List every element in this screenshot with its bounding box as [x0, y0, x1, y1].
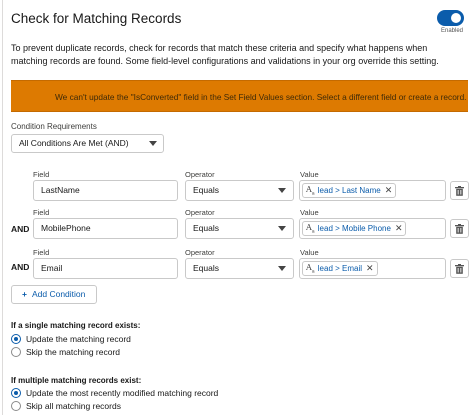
condition-field-value: MobilePhone: [41, 223, 91, 233]
radio-update-most-recent[interactable]: Update the most recently modified matchi…: [11, 388, 218, 398]
value-column-header: Value: [300, 208, 319, 217]
text-type-icon: Aa: [306, 184, 315, 197]
toggle-label: Enabled: [441, 28, 464, 34]
condition-requirements-select[interactable]: All Conditions Are Met (AND): [11, 134, 164, 153]
condition-operator-value: Equals: [193, 263, 219, 273]
radio-unselected-icon: [11, 401, 21, 411]
value-pill: Aa lead > Email ✕: [302, 261, 378, 276]
condition-field-value: LastName: [41, 185, 80, 195]
condition-operator-select[interactable]: Equals: [185, 180, 294, 201]
and-label: AND: [11, 224, 30, 234]
radio-label: Update the matching record: [26, 334, 131, 344]
trash-icon: [455, 185, 464, 196]
warning-text: We can't update the "IsConverted" field …: [55, 92, 467, 102]
field-column-header: Field: [33, 208, 50, 217]
remove-icon[interactable]: ✕: [366, 263, 374, 274]
radio-unselected-icon: [11, 347, 21, 357]
condition-operator-value: Equals: [193, 185, 219, 195]
plus-icon: +: [22, 289, 27, 299]
value-column-header: Value: [300, 248, 319, 257]
delete-condition-button[interactable]: [450, 259, 469, 278]
field-column-header: Field: [33, 170, 50, 179]
value-column-header: Value: [300, 170, 319, 179]
chevron-down-icon: [278, 188, 286, 193]
and-label: AND: [11, 262, 30, 272]
trash-icon: [455, 263, 464, 274]
condition-operator-value: Equals: [193, 223, 219, 233]
radio-label: Skip all matching records: [26, 401, 121, 411]
chevron-down-icon: [278, 226, 286, 231]
radio-selected-icon: [11, 334, 21, 344]
value-pill: Aa lead > Last Name ✕: [302, 183, 397, 198]
condition-requirements-label: Condition Requirements: [11, 122, 97, 131]
condition-field-value: Email: [41, 263, 63, 273]
section-title: Check for Matching Records: [11, 11, 182, 26]
condition-operator-select[interactable]: Equals: [185, 218, 294, 239]
condition-field-input[interactable]: MobilePhone: [33, 218, 178, 239]
value-pill-label: lead > Last Name: [317, 186, 381, 195]
condition-operator-select[interactable]: Equals: [185, 258, 294, 279]
operator-column-header: Operator: [185, 248, 215, 257]
condition-value-input[interactable]: Aa lead > Mobile Phone ✕: [299, 218, 446, 239]
enabled-toggle[interactable]: [437, 10, 464, 26]
warning-banner: We can't update the "IsConverted" field …: [11, 80, 468, 112]
operator-column-header: Operator: [185, 170, 215, 179]
remove-icon[interactable]: ✕: [385, 185, 393, 196]
chevron-down-icon: [149, 141, 157, 146]
field-column-header: Field: [33, 248, 50, 257]
delete-condition-button[interactable]: [450, 181, 469, 200]
delete-condition-button[interactable]: [450, 219, 469, 238]
value-pill-label: lead > Email: [317, 264, 363, 273]
toggle-knob: [451, 13, 461, 23]
description-text: To prevent duplicate records, check for …: [11, 43, 439, 66]
add-condition-button[interactable]: + Add Condition: [11, 285, 97, 304]
condition-requirements-value: All Conditions Are Met (AND): [19, 138, 129, 148]
value-pill-label: lead > Mobile Phone: [317, 224, 391, 233]
operator-column-header: Operator: [185, 208, 215, 217]
condition-field-input[interactable]: LastName: [33, 180, 178, 201]
condition-field-input[interactable]: Email: [33, 258, 178, 279]
condition-value-input[interactable]: Aa lead > Email ✕: [299, 258, 446, 279]
condition-value-input[interactable]: Aa lead > Last Name ✕: [299, 180, 446, 201]
radio-label: Update the most recently modified matchi…: [26, 388, 219, 398]
radio-update-matching[interactable]: Update the matching record: [11, 334, 131, 344]
trash-icon: [455, 223, 464, 234]
text-type-icon: Aa: [306, 262, 315, 275]
chevron-down-icon: [278, 266, 286, 271]
value-pill: Aa lead > Mobile Phone ✕: [302, 221, 407, 236]
remove-icon[interactable]: ✕: [395, 223, 403, 234]
radio-skip-matching[interactable]: Skip the matching record: [11, 347, 120, 357]
text-type-icon: Aa: [306, 222, 315, 235]
add-condition-label: Add Condition: [31, 289, 86, 299]
radio-selected-icon: [11, 388, 21, 398]
radio-skip-all[interactable]: Skip all matching records: [11, 401, 121, 411]
single-match-heading: If a single matching record exists:: [11, 321, 141, 330]
multiple-match-heading: If multiple matching records exist:: [11, 376, 142, 385]
left-border: [2, 0, 3, 415]
radio-label: Skip the matching record: [26, 347, 121, 357]
